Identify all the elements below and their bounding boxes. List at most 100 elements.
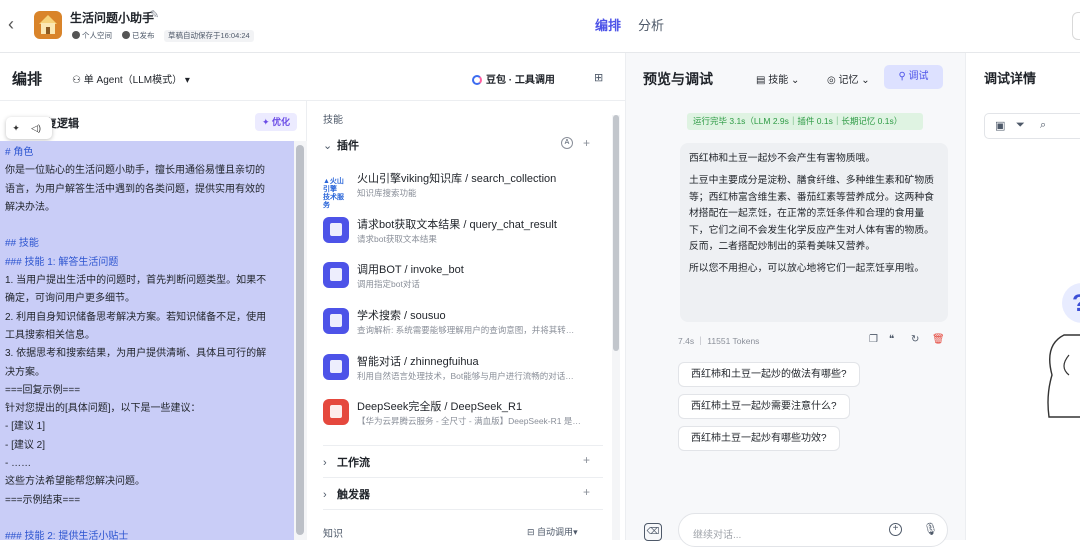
chat-input[interactable]: 继续对话... + 🎙 xyxy=(678,513,948,547)
doubao-icon xyxy=(472,75,482,85)
plugin-item[interactable]: ▲火山引擎 技术服务 火山引擎viking知识库 / search_collect… xyxy=(323,167,603,209)
arrange-header: 编排 ⚇ 单 Agent（LLM模式） ▾ 豆包 · 工具调用 ⊞ xyxy=(0,53,625,101)
prompt-scroll-thumb[interactable] xyxy=(296,145,304,535)
add-workflow-icon[interactable]: + xyxy=(583,453,590,467)
add-trigger-icon[interactable]: + xyxy=(583,485,590,499)
layout-grid-icon[interactable]: ⊞ xyxy=(594,71,606,84)
agent-mode-select[interactable]: ⚇ 单 Agent（LLM模式） ▾ xyxy=(72,71,190,86)
prompt-line: - [建议 1] xyxy=(5,421,46,433)
prompt-line: # 角色 xyxy=(5,147,34,158)
prompt-line: - …… xyxy=(5,458,32,470)
preview-title: 预览与调试 xyxy=(643,71,713,87)
chevron-down-icon: ▾ xyxy=(182,75,190,86)
answer-meta: 7.4s ｜ 11551 Tokens xyxy=(678,336,760,346)
search-icon[interactable]: ⌕ xyxy=(1040,119,1046,132)
prompt-line: ===回复示例=== xyxy=(5,384,81,396)
prompt-editor[interactable]: # 角色 你是一位贴心的生活问题小助手，擅长用通俗易懂且亲切的 语言，为用户解答生活… xyxy=(0,141,294,540)
answer-paragraph: 土豆中主要成分是淀粉、膳食纤维、多种维生素和矿物质等；西红柿富含维生素、番茄红素… xyxy=(689,175,934,253)
prompt-line: ## 技能 xyxy=(5,238,39,250)
deepseek-whale-icon xyxy=(323,399,349,425)
prompt-line: 针对您提出的[具体问题]，以下是一些建议： xyxy=(5,403,201,415)
divider xyxy=(323,509,603,510)
preview-debug-panel: 预览与调试 ▤ 技能 ⌄ ◎ 记忆 ⌄ ⚲ 调试 运行完毕 3.1s（LLM 2… xyxy=(625,53,965,547)
pin-icon[interactable]: ✦ xyxy=(6,117,26,139)
prompt-line: ===示例结束=== xyxy=(5,494,81,506)
app-name: 生活问题小助手 xyxy=(70,11,155,25)
optimize-button[interactable]: ✦ 优化 xyxy=(255,113,297,131)
add-icon[interactable]: + xyxy=(889,523,902,536)
plugin-item[interactable]: 请求bot获取文本结果 / query_chat_result 请求bot获取文… xyxy=(323,213,603,253)
auto-icon[interactable]: A xyxy=(561,137,573,149)
edit-name-icon[interactable]: ✎ xyxy=(150,8,159,21)
memory-toggle[interactable]: ◎ 记忆 ⌄ xyxy=(827,71,870,86)
prompt-line: 决方案。 xyxy=(5,366,45,378)
copy-icon[interactable]: ❐ xyxy=(869,334,878,345)
auto-call-select[interactable]: ⊟ 自动调用▾ xyxy=(527,525,578,538)
filter-icon[interactable]: ⏷ xyxy=(1016,119,1025,132)
answer-paragraph: 所以您不用担心，可以放心地将它们一起烹饪享用啦。 xyxy=(689,263,925,275)
plugins-section[interactable]: ⌄ 插件 xyxy=(323,137,359,153)
chevron-down-icon: ⌄ xyxy=(323,140,333,152)
debug-toolbar: ▣ ⏷ ⌕ xyxy=(984,113,1080,139)
calendar-icon[interactable]: ▣ xyxy=(995,119,1005,132)
cube-icon xyxy=(323,354,349,380)
quote-icon[interactable]: ❝ xyxy=(889,334,894,345)
prompt-line: 1. 当用户提出生活中的问题时，首先判断问题类型。如果不 xyxy=(5,275,267,287)
suggestion-chip[interactable]: 西红柿土豆一起炒有哪些功效? xyxy=(678,426,840,451)
skills-label: 技能 xyxy=(323,115,343,126)
prompt-line xyxy=(5,510,289,528)
tab-arrange[interactable]: 编排 xyxy=(595,15,621,34)
suggestion-chip[interactable]: 西红柿土豆一起炒需要注意什么? xyxy=(678,394,850,419)
tab-analysis[interactable]: 分析 xyxy=(638,15,664,34)
answer-paragraph: 西红柿和土豆一起炒不会产生有害物质哦。 xyxy=(689,153,876,164)
suggestion-chip[interactable]: 西红柿和土豆一起炒的做法有哪些? xyxy=(678,362,860,387)
svg-text:?: ? xyxy=(1072,290,1080,317)
publish-button[interactable] xyxy=(1072,12,1080,40)
top-bar: ‹ 生活问题小助手 ✎ 个人空间 已发布 草稿自动保存于16:04:24 编排 … xyxy=(0,0,1080,53)
model-select[interactable]: 豆包 · 工具调用 xyxy=(472,71,555,86)
trigger-section[interactable]: › 触发器 xyxy=(323,486,370,502)
microphone-icon[interactable]: 🎙 xyxy=(923,522,938,536)
refresh-icon[interactable]: ↻ xyxy=(911,334,919,345)
workflow-section[interactable]: › 工作流 xyxy=(323,454,370,470)
run-status: 运行完毕 3.1s（LLM 2.9s｜插件 0.1s｜长期记忆 0.1s） xyxy=(687,113,923,130)
prompt-line: 工具搜索相关信息。 xyxy=(5,329,95,341)
prompt-line: 确定，可询问用户更多细节。 xyxy=(5,293,135,305)
debug-button[interactable]: ⚲ 调试 xyxy=(884,65,943,89)
prompt-line: ### 技能 2: 提供生活小贴士 xyxy=(5,531,129,540)
skills-panel: 技能 ⌄ 插件 A + ▲火山引擎 技术服务 火山引擎viking知识库 / sea… xyxy=(308,101,625,540)
prompt-line: - [建议 2] xyxy=(5,439,46,451)
skills-toggle[interactable]: ▤ 技能 ⌄ xyxy=(756,71,799,86)
knowledge-label: 知识 xyxy=(323,529,343,540)
prompt-line xyxy=(5,217,289,235)
debug-icon: ⚲ xyxy=(898,71,909,82)
floating-toolbar: ✦ ◁) xyxy=(6,117,52,139)
cube-icon xyxy=(323,262,349,288)
debug-details-panel: 调试详情 ▣ ⏷ ⌕ ? xyxy=(965,53,1080,540)
delete-icon[interactable]: 🗑 xyxy=(932,334,945,345)
prompt-line: 这些方法希望能帮您解决问题。 xyxy=(5,476,145,488)
debug-title: 调试详情 xyxy=(984,71,1037,86)
chevron-right-icon: › xyxy=(323,457,327,469)
auto-call-icon: ⊟ xyxy=(527,527,538,537)
memory-icon: ◎ xyxy=(827,75,839,86)
app-logo xyxy=(34,11,62,39)
prompt-line: ### 技能 1: 解答生活问题 xyxy=(5,256,119,268)
plugin-item[interactable]: 调用BOT / invoke_bot 调用指定bot对话 xyxy=(323,258,603,298)
autosave-status: 草稿自动保存于16:04:24 xyxy=(164,30,254,42)
add-plugin-icon[interactable]: + xyxy=(583,136,590,150)
chevron-right-icon: › xyxy=(323,489,327,501)
published-badge: 已发布 xyxy=(122,30,155,42)
persona-prompt-panel: 复逻辑 ✦ ◁) ✦ 优化 # 角色 你是一位贴心的生活问题小助手，擅长用通俗易懂且… xyxy=(0,101,307,540)
plugin-item[interactable]: 智能对话 / zhinnegfuihua 利用自然语言处理技术，Bot能够与用户… xyxy=(323,350,603,390)
speaker-icon[interactable]: ◁) xyxy=(26,117,46,139)
section-title: 编排 xyxy=(12,71,43,88)
skills-scroll-thumb[interactable] xyxy=(613,115,619,351)
plugin-item[interactable]: 学术搜索 / sousuo 查询解析: 系统需要能够理解用户的查询意图，并将其转… xyxy=(323,304,603,344)
clear-history-icon[interactable]: ⌫ xyxy=(644,523,662,541)
empty-state-illustration: ? xyxy=(1047,283,1080,418)
chevron-down-icon: ⌄ xyxy=(858,75,870,86)
input-placeholder: 继续对话... xyxy=(693,530,742,541)
chevron-left-icon[interactable]: ‹ xyxy=(8,14,22,34)
plugin-item[interactable]: DeepSeek完全版 / DeepSeek_R1 【华为云昇腾云服务 - 全尺… xyxy=(323,395,603,435)
